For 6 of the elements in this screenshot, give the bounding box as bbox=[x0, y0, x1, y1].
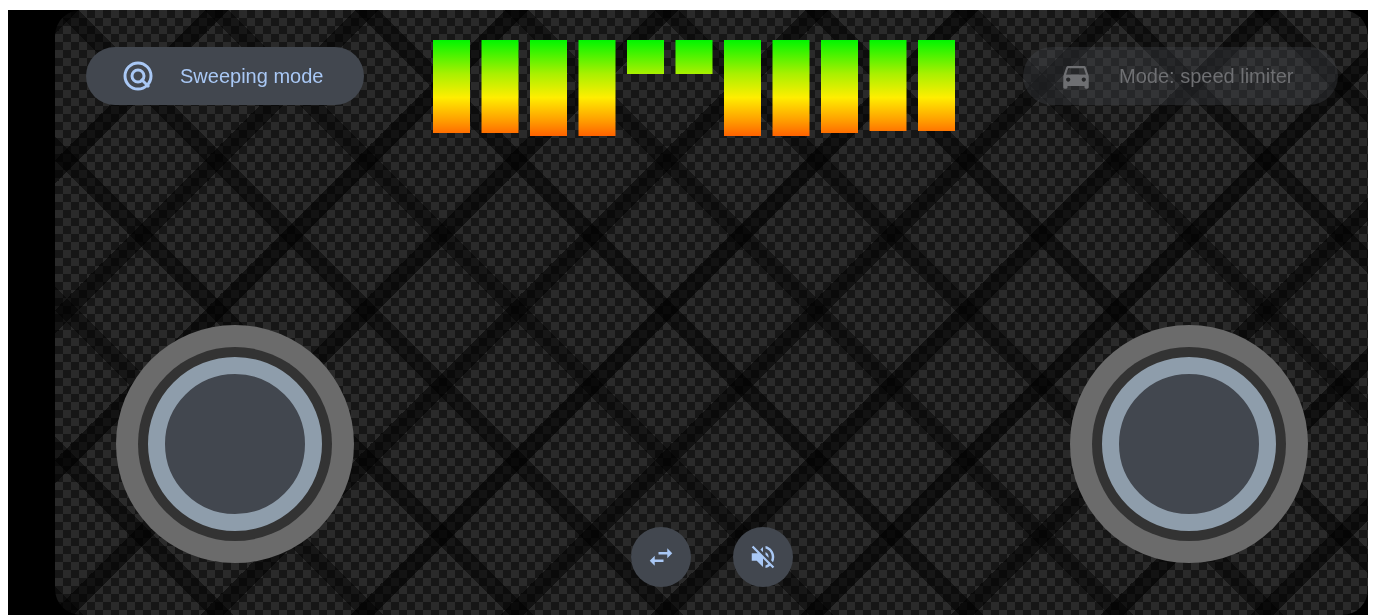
swap-button[interactable] bbox=[631, 527, 691, 587]
mute-button[interactable] bbox=[733, 527, 793, 587]
joystick[interactable] bbox=[116, 325, 354, 563]
target-icon bbox=[122, 60, 154, 92]
joystick[interactable] bbox=[1070, 325, 1308, 563]
mode-button[interactable]: Sweeping mode bbox=[86, 47, 364, 105]
